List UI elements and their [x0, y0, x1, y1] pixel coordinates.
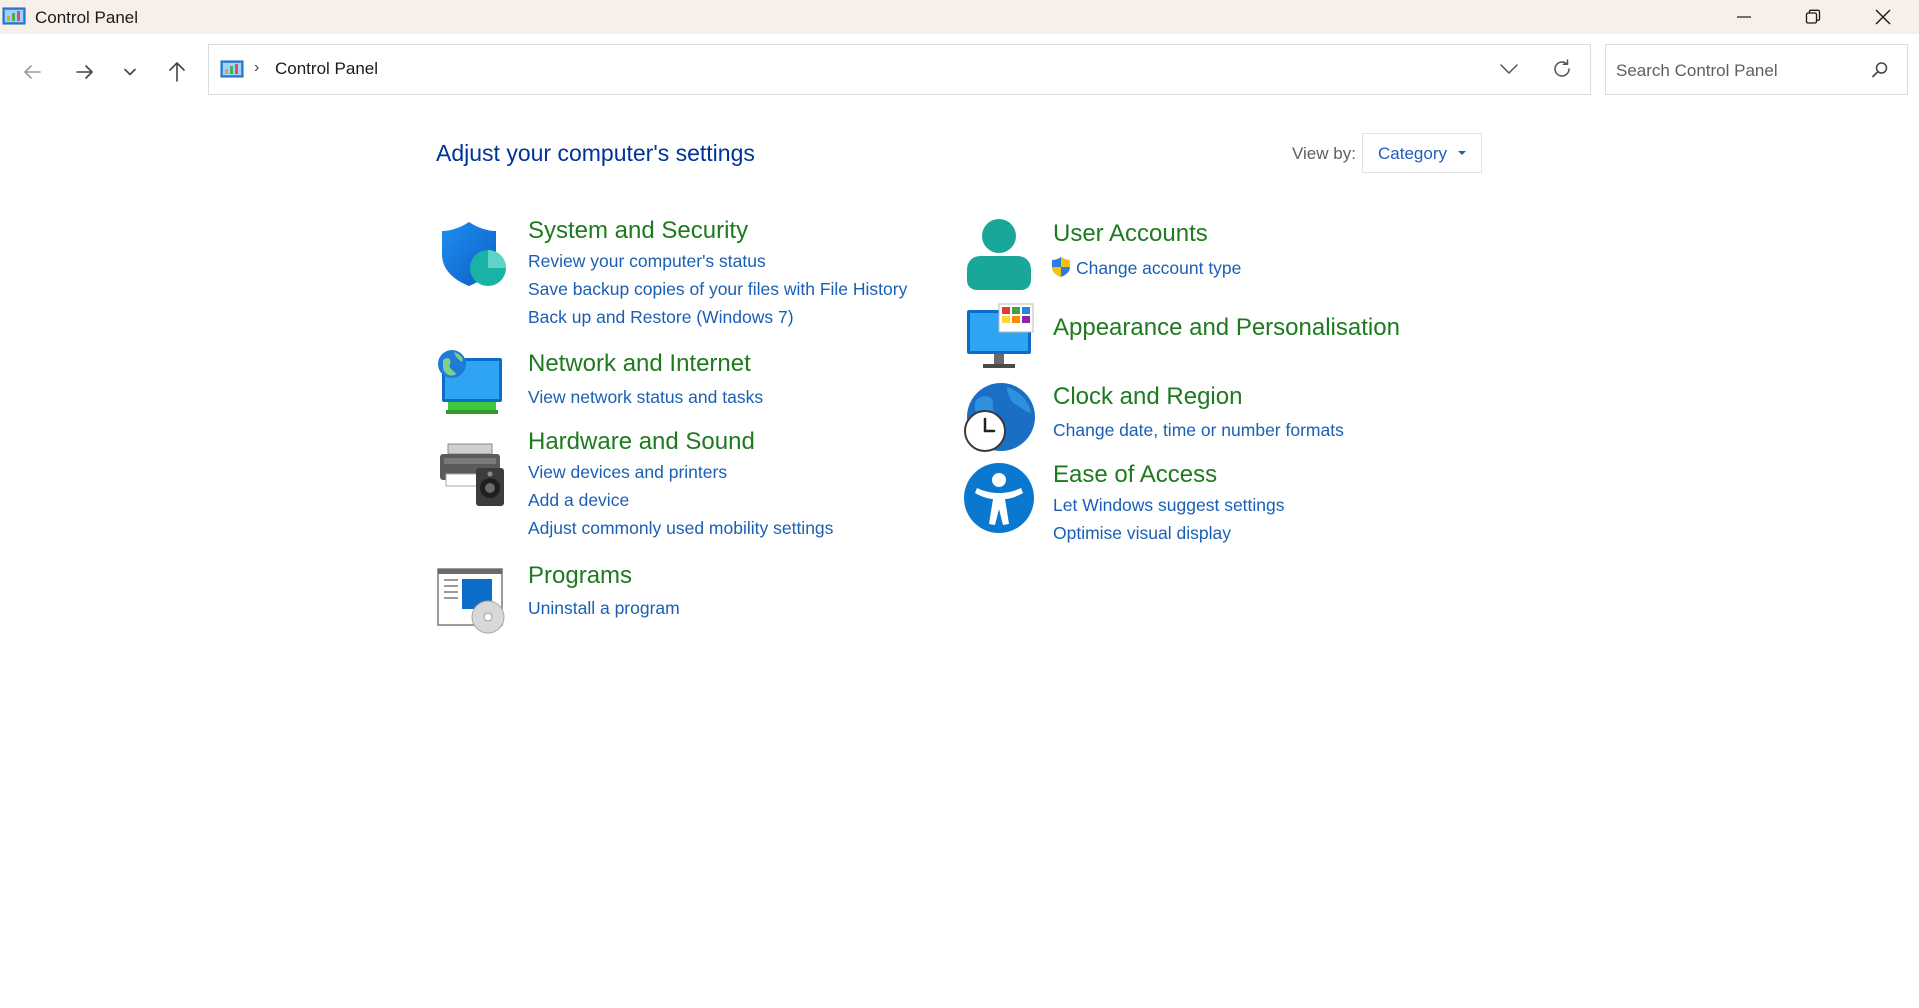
up-arrow-icon: [169, 62, 185, 82]
breadcrumb-separator[interactable]: ›: [254, 59, 259, 77]
link-backup-restore[interactable]: Back up and Restore (Windows 7): [528, 307, 794, 328]
link-date-time-formats[interactable]: Change date, time or number formats: [1053, 420, 1344, 441]
view-by-selected[interactable]: Category: [1378, 144, 1447, 164]
title-bar: Control Panel: [0, 0, 1919, 34]
user-icon[interactable]: [963, 218, 1035, 290]
close-button[interactable]: [1848, 0, 1918, 34]
link-windows-suggest-settings[interactable]: Let Windows suggest settings: [1053, 495, 1285, 516]
window-title: Control Panel: [35, 8, 139, 27]
view-by-dropdown[interactable]: Category: [1362, 133, 1482, 173]
category-hardware-sound[interactable]: Hardware and Sound: [528, 428, 755, 456]
category-clock-region[interactable]: Clock and Region: [1053, 383, 1242, 411]
link-change-account-type[interactable]: Change account type: [1076, 258, 1241, 279]
link-uninstall-program[interactable]: Uninstall a program: [528, 598, 680, 619]
minimize-icon: [1737, 16, 1751, 18]
forward-button[interactable]: [69, 56, 101, 88]
clock-globe-icon[interactable]: [963, 381, 1035, 453]
category-system-security[interactable]: System and Security: [528, 217, 748, 245]
control-panel-icon: [220, 60, 244, 78]
link-file-history[interactable]: Save backup copies of your files with Fi…: [528, 279, 907, 300]
view-by-label: View by:: [1292, 144, 1356, 163]
chevron-down-icon[interactable]: [1499, 60, 1519, 78]
accessibility-icon[interactable]: [963, 462, 1035, 534]
control-panel-icon: [2, 7, 26, 25]
forward-arrow-icon: [76, 65, 93, 79]
link-optimise-visual-display[interactable]: Optimise visual display: [1053, 523, 1231, 544]
recent-locations-button[interactable]: [114, 56, 146, 88]
minimize-button[interactable]: [1709, 0, 1779, 34]
category-ease-of-access[interactable]: Ease of Access: [1053, 461, 1217, 489]
up-button[interactable]: [161, 56, 193, 88]
search-icon[interactable]: [1870, 60, 1890, 80]
link-review-status[interactable]: Review your computer's status: [528, 251, 766, 272]
refresh-icon[interactable]: [1551, 58, 1573, 80]
close-icon: [1875, 9, 1891, 25]
restore-button[interactable]: [1778, 0, 1848, 34]
search-input[interactable]: [1614, 57, 1858, 85]
breadcrumb-control-panel[interactable]: Control Panel: [275, 59, 378, 79]
category-appearance-personalisation[interactable]: Appearance and Personalisation: [1053, 314, 1400, 342]
recent-locations-chevron-icon: [124, 68, 136, 76]
restore-icon: [1805, 9, 1821, 24]
link-add-device[interactable]: Add a device: [528, 490, 629, 511]
search-box[interactable]: [1605, 44, 1908, 95]
category-user-accounts[interactable]: User Accounts: [1053, 220, 1208, 248]
shield-icon[interactable]: [436, 218, 508, 290]
programs-disc-icon[interactable]: [436, 563, 508, 635]
uac-shield-icon: [1052, 257, 1070, 277]
dropdown-caret-icon: [1458, 151, 1466, 155]
back-button[interactable]: [16, 56, 48, 88]
address-bar[interactable]: › Control Panel: [208, 44, 1591, 95]
category-network-internet[interactable]: Network and Internet: [528, 350, 751, 378]
printer-speaker-icon[interactable]: [436, 438, 508, 510]
link-devices-printers[interactable]: View devices and printers: [528, 462, 727, 483]
category-programs[interactable]: Programs: [528, 562, 632, 590]
link-network-status[interactable]: View network status and tasks: [528, 387, 763, 408]
link-mobility-settings[interactable]: Adjust commonly used mobility settings: [528, 518, 833, 539]
network-globe-icon[interactable]: [436, 348, 508, 420]
monitor-palette-icon[interactable]: [963, 302, 1035, 374]
page-title: Adjust your computer's settings: [436, 140, 755, 166]
back-arrow-icon: [24, 65, 41, 79]
